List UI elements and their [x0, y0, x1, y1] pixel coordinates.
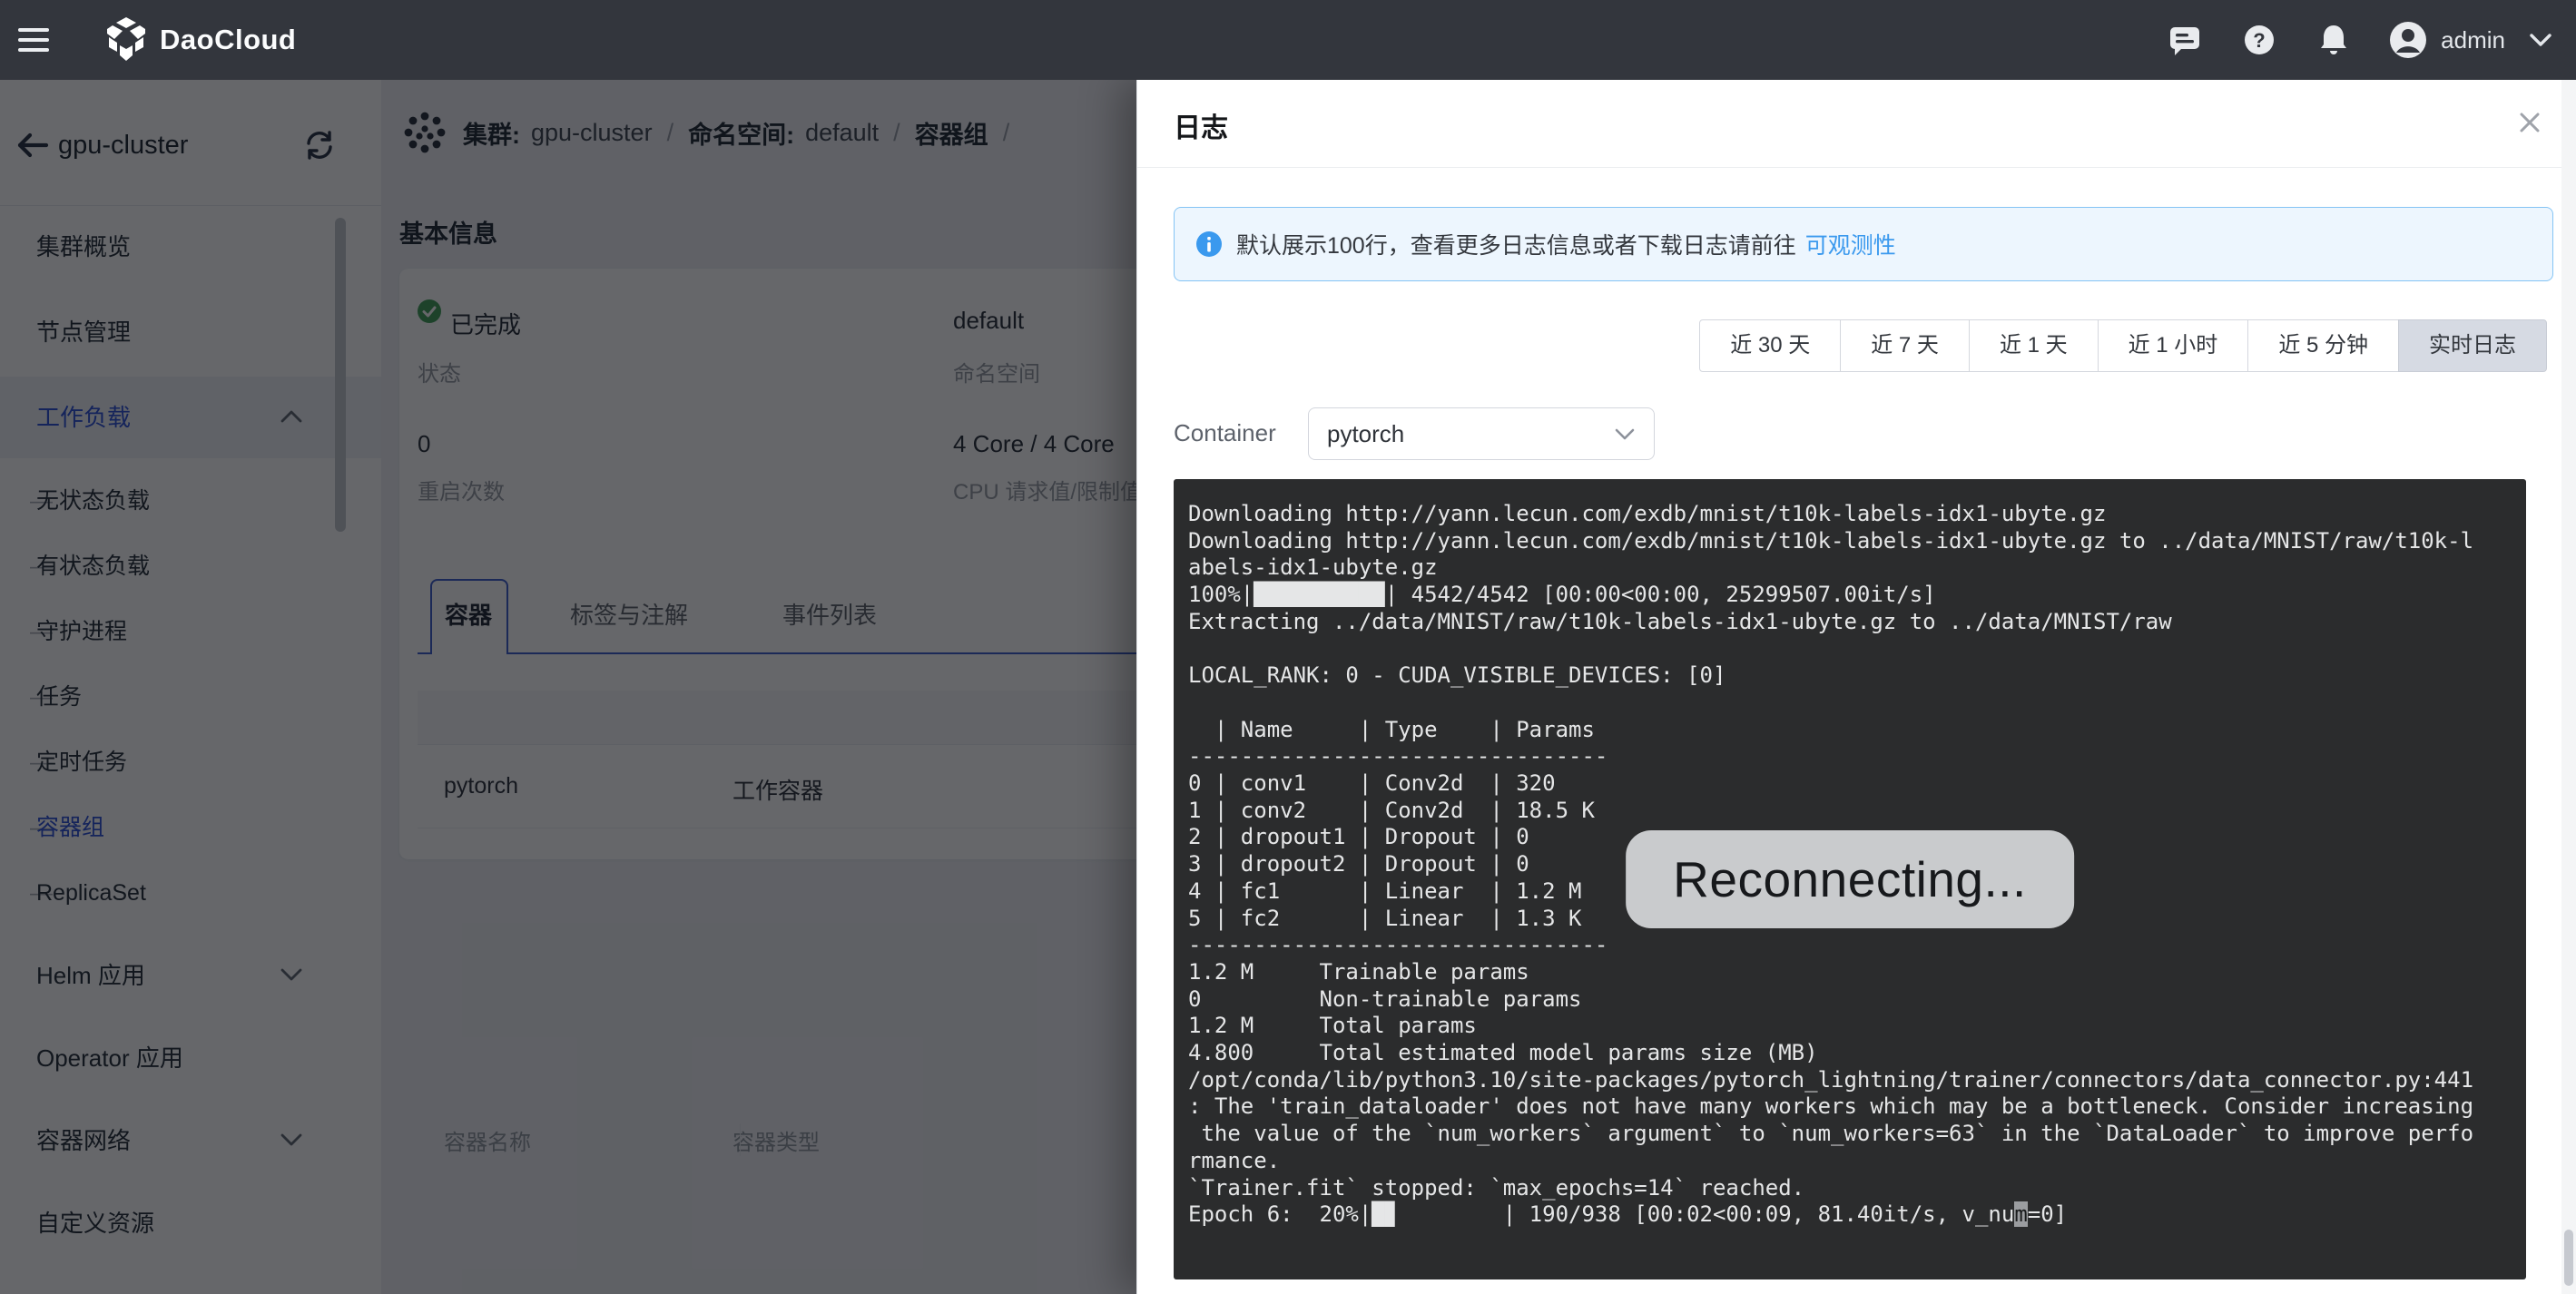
- log-terminal: Downloading http://yann.lecun.com/exdb/m…: [1174, 479, 2526, 1279]
- time-button-5m[interactable]: 近 5 分钟: [2247, 319, 2399, 372]
- drawer-scrollbar-thumb[interactable]: [2564, 1230, 2573, 1286]
- svg-text:?: ?: [2253, 29, 2265, 52]
- log-notice-banner: 默认展示100行，查看更多日志信息或者下载日志请前往 可观测性: [1174, 207, 2553, 281]
- feedback-chat-button[interactable]: [2165, 20, 2205, 60]
- info-icon: [1196, 231, 1222, 257]
- drawer-scrollbar-track: [2561, 80, 2576, 1294]
- terminal-cursor: m: [2014, 1201, 2027, 1227]
- time-button-1h[interactable]: 近 1 小时: [2098, 319, 2249, 372]
- select-chevron-down-icon: [1614, 427, 1636, 441]
- time-button-1d[interactable]: 近 1 天: [1969, 319, 2099, 372]
- user-name: admin: [2441, 26, 2505, 54]
- time-range-group: 近 30 天 近 7 天 近 1 天 近 1 小时 近 5 分钟 实时日志: [1699, 319, 2547, 372]
- brand-name: DaoCloud: [160, 24, 296, 56]
- reconnecting-toast: Reconnecting...: [1626, 830, 2074, 928]
- bell-icon: [2315, 22, 2352, 58]
- drawer-title: 日志: [1174, 105, 1228, 145]
- modal-backdrop[interactable]: [0, 80, 1136, 1294]
- brand-logo[interactable]: DaoCloud: [105, 17, 296, 63]
- daocloud-logo-icon: [105, 17, 147, 63]
- notice-text: 默认展示100行，查看更多日志信息或者下载日志请前往: [1236, 228, 1796, 260]
- avatar-icon: [2388, 20, 2428, 60]
- close-icon[interactable]: [2514, 107, 2545, 138]
- user-avatar[interactable]: [2388, 20, 2428, 60]
- help-button[interactable]: ?: [2239, 20, 2279, 60]
- container-select-label: Container: [1174, 419, 1276, 447]
- drawer-header-divider: [1137, 167, 2576, 168]
- container-select[interactable]: pytorch: [1308, 407, 1655, 460]
- user-menu-chevron-down-icon[interactable]: [2529, 33, 2552, 47]
- time-button-7d[interactable]: 近 7 天: [1840, 319, 1970, 372]
- log-drawer: 日志 默认展示100行，查看更多日志信息或者下载日志请前往 可观测性 近 30 …: [1136, 80, 2576, 1294]
- time-button-realtime[interactable]: 实时日志: [2398, 319, 2547, 372]
- chat-bubble-icon: [2167, 22, 2203, 58]
- question-circle-icon: ?: [2241, 22, 2277, 58]
- container-select-value: pytorch: [1327, 420, 1614, 448]
- notifications-button[interactable]: [2314, 20, 2354, 60]
- top-navbar: DaoCloud ?: [0, 0, 2576, 80]
- observability-link[interactable]: 可观测性: [1805, 228, 1896, 260]
- time-button-30d[interactable]: 近 30 天: [1699, 319, 1841, 372]
- menu-hamburger-icon[interactable]: [18, 26, 49, 54]
